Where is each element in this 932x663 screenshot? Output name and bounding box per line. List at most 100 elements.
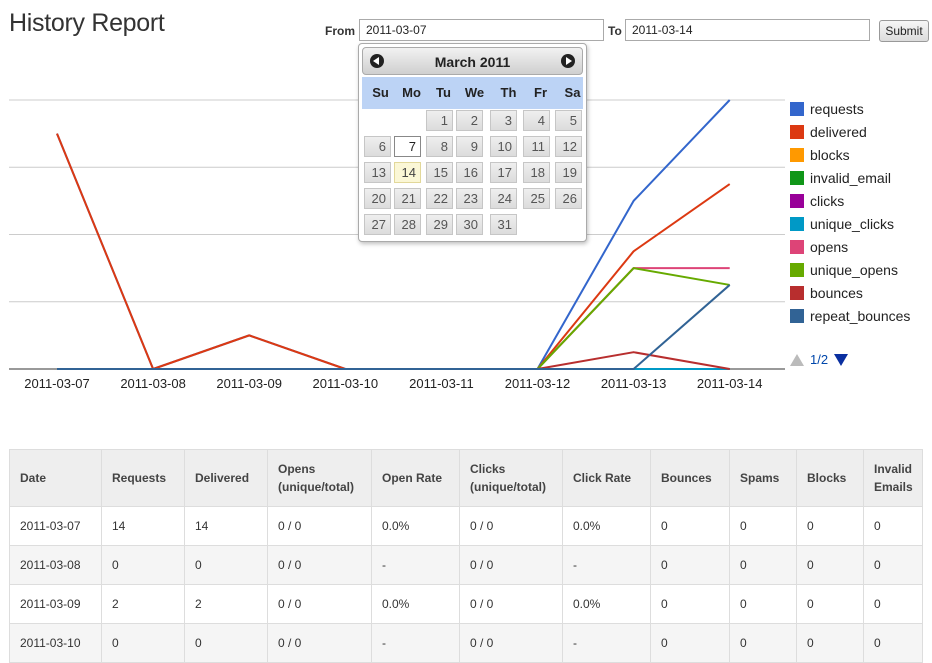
calendar-day[interactable]: 16: [456, 162, 483, 183]
table-cell: 0: [729, 506, 797, 546]
calendar-day[interactable]: 2: [456, 110, 483, 131]
calendar-day[interactable]: 19: [555, 162, 582, 183]
legend-item-delivered[interactable]: delivered: [790, 120, 910, 143]
series-line-repeat_bounces: [57, 284, 731, 370]
calendar-day[interactable]: 28: [394, 214, 421, 235]
legend-swatch: [790, 308, 804, 323]
table-cell: 0: [650, 584, 730, 624]
calendar-day[interactable]: 31: [490, 214, 517, 235]
calendar-day[interactable]: 12: [555, 136, 582, 157]
legend-item-repeat_bounces[interactable]: repeat_bounces: [790, 304, 910, 327]
calendar-day[interactable]: 15: [426, 162, 453, 183]
table-cell: 0: [729, 545, 797, 585]
calendar-day[interactable]: 9: [456, 136, 483, 157]
legend-item-invalid_email[interactable]: invalid_email: [790, 166, 910, 189]
table-row: 2011-03-10 0 0 0 / 0-0 / 0-0000: [9, 623, 923, 663]
legend-item-requests[interactable]: requests: [790, 97, 910, 120]
calendar-day[interactable]: 14: [394, 162, 421, 183]
calendar-day[interactable]: 23: [456, 188, 483, 209]
calendar-day[interactable]: 21: [394, 188, 421, 209]
table-cell: 0: [796, 506, 864, 546]
legend-item-clicks[interactable]: clicks: [790, 189, 910, 212]
table-cell: 0: [184, 623, 268, 663]
column-header: Date: [9, 449, 102, 507]
calendar-day[interactable]: 10: [490, 136, 517, 157]
calendar-month-title: March 2011: [434, 54, 511, 70]
legend-label: unique_clicks: [810, 215, 895, 232]
x-tick-label: 2011-03-09: [216, 376, 282, 391]
legend-swatch: [790, 124, 804, 139]
table-cell: 0.0%: [562, 506, 651, 546]
legend-next-page-icon[interactable]: [834, 353, 849, 366]
weekday-header: We: [464, 85, 485, 100]
table-cell: 0: [796, 545, 864, 585]
column-header: Bounces: [650, 449, 730, 507]
legend-swatch: [790, 147, 804, 162]
table-cell: 0 / 0: [459, 506, 563, 546]
next-month-icon[interactable]: [561, 54, 575, 68]
table-row: 2011-03-09 2 2 0 / 0 0.0% 0 / 0 0.0% 0 0 0 0: [9, 584, 923, 624]
table-cell: 0: [650, 545, 730, 585]
column-header: Delivered: [184, 449, 268, 507]
legend-item-blocks[interactable]: blocks: [790, 143, 910, 166]
column-header: Clicks (unique/total): [459, 449, 563, 507]
table-cell: -: [562, 545, 651, 585]
table-cell: 0: [650, 623, 730, 663]
calendar-day[interactable]: 11: [523, 136, 550, 157]
legend-item-unique_clicks[interactable]: unique_clicks: [790, 212, 910, 235]
table-cell: 0: [729, 623, 797, 663]
calendar-day[interactable]: 7: [394, 136, 421, 157]
legend-label: opens: [810, 238, 849, 255]
calendar-day[interactable]: 22: [426, 188, 453, 209]
history-table: Date Requests Delivered Opens (unique/total)…: [9, 449, 923, 663]
calendar-day[interactable]: 5: [555, 110, 582, 131]
datepicker-calendar: March 2011 Su Mo Tu We Th Fr Sa 1 2 3 4 5 6 7 8 9 10 11 1…: [358, 43, 587, 242]
x-tick-label: 2011-03-07: [24, 376, 90, 391]
calendar-day[interactable]: 17: [490, 162, 517, 183]
column-header: Spams: [729, 449, 797, 507]
column-header: Blocks: [796, 449, 864, 507]
table-cell: 0 / 0: [459, 545, 563, 585]
table-row: 2011-03-08 0 0 0 / 0-0 / 0-0000: [9, 545, 923, 585]
calendar-day[interactable]: 1: [426, 110, 453, 131]
calendar-day[interactable]: 20: [364, 188, 391, 209]
calendar-day[interactable]: 29: [426, 214, 453, 235]
legend-swatch: [790, 170, 804, 185]
table-cell: 0 / 0: [267, 506, 372, 546]
table-cell: 0: [729, 584, 797, 624]
calendar-day[interactable]: 24: [490, 188, 517, 209]
calendar-day[interactable]: 26: [555, 188, 582, 209]
calendar-day[interactable]: 27: [364, 214, 391, 235]
calendar-day[interactable]: 13: [364, 162, 391, 183]
calendar-day[interactable]: 30: [456, 214, 483, 235]
table-header-row: Date Requests Delivered Opens (unique/total)…: [9, 449, 923, 507]
legend-swatch: [790, 239, 804, 254]
legend-item-bounces[interactable]: bounces: [790, 281, 910, 304]
legend-swatch: [790, 101, 804, 116]
calendar-day[interactable]: 4: [523, 110, 550, 131]
weekday-header: Su: [372, 85, 389, 100]
calendar-day[interactable]: 8: [426, 136, 453, 157]
legend-item-unique_opens[interactable]: unique_opens: [790, 258, 910, 281]
table-cell: 0: [184, 545, 268, 585]
legend-prev-page-icon[interactable]: [790, 353, 804, 366]
table-cell: 0: [863, 584, 923, 624]
table-cell: 2011-03-07: [9, 506, 102, 546]
calendar-header: March 2011: [362, 47, 583, 75]
calendar-day[interactable]: 3: [490, 110, 517, 131]
column-header: Opens (unique/total): [267, 449, 372, 507]
legend-label: repeat_bounces: [810, 307, 911, 324]
calendar-day[interactable]: 25: [523, 188, 550, 209]
legend-label: requests: [810, 100, 864, 117]
x-tick-label: 2011-03-12: [505, 376, 571, 391]
legend-item-opens[interactable]: opens: [790, 235, 910, 258]
table-cell: 0: [101, 623, 185, 663]
column-header: Requests: [101, 449, 185, 507]
legend-label: invalid_email: [810, 169, 891, 186]
table-cell: -: [371, 623, 460, 663]
table-cell: 0: [796, 623, 864, 663]
calendar-day[interactable]: 18: [523, 162, 550, 183]
table-cell: 2: [184, 584, 268, 624]
calendar-day[interactable]: 6: [364, 136, 391, 157]
table-cell: 0: [796, 584, 864, 624]
